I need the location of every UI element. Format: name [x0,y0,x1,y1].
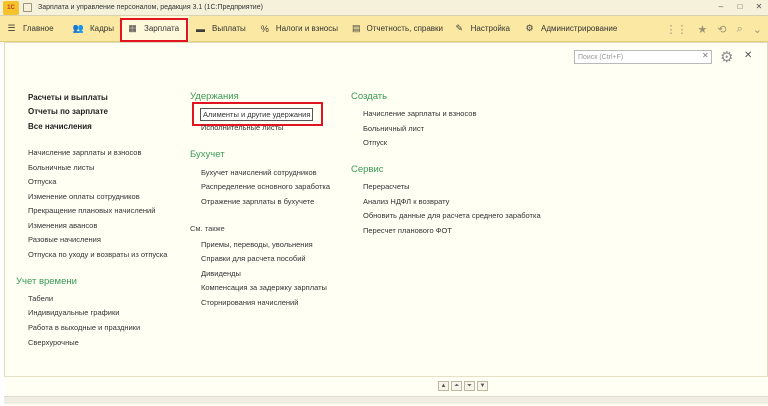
app-logo: 1С [3,0,19,15]
link-delay-compensation[interactable]: Компенсация за задержку зарплаты [201,283,327,292]
link-reversals[interactable]: Сторнирования начислений [201,298,298,307]
link-payroll-accrual[interactable]: Начисление зарплаты и взносов [28,148,141,157]
horizontal-scrollbar[interactable] [4,396,768,404]
percent-icon: % [260,23,269,34]
maximize-icon[interactable]: □ [735,2,745,11]
section-label: Отчетность, справки [366,24,444,33]
section-taxes[interactable]: % Налоги и взносы [254,16,346,42]
sections-panel: ☰ Главное 👥 Кадры ▦ Зарплата ▬ Выплаты %… [0,15,768,42]
close-window-icon[interactable]: ✕ [754,2,764,11]
link-care-leaves[interactable]: Отпуска по уходу и возвраты из отпуска [28,250,167,259]
menu-icon: ☰ [7,23,16,33]
section-label: Настройка [470,24,510,33]
section-administration[interactable]: ⚙ Администрирование [518,16,628,42]
link-dividends[interactable]: Дивиденды [201,269,241,278]
favorites-star-icon[interactable]: ★ [698,23,708,36]
close-panel-icon[interactable]: ✕ [744,50,752,61]
section-main[interactable]: ☰ Главное [0,16,67,42]
link-individual-schedules[interactable]: Индивидуальные графики [28,308,119,317]
wrench-icon: ✎ [455,23,464,33]
panel-settings-icon[interactable]: ⚙ [720,48,733,66]
link-timesheets[interactable]: Табели [28,294,53,303]
link-calc-and-payments[interactable]: Расчеты и выплаты [28,93,108,102]
heading-accounting: Бухучет [190,149,225,160]
search-input[interactable]: Поиск (Ctrl+F) [574,50,712,64]
window-title: Зарплата и управление персоналом, редакц… [38,4,263,11]
title-bar: 1С Зарплата и управление персоналом, ред… [0,0,768,16]
link-accrual-accounting[interactable]: Бухучет начислений сотрудников [201,168,317,177]
search-clear-icon[interactable]: ✕ [702,51,709,60]
link-sick-leaves[interactable]: Больничные листы [28,163,94,172]
history-icon[interactable]: ⟲ [717,23,726,36]
link-vacations[interactable]: Отпуска [28,177,56,186]
section-salary[interactable]: ▦ Зарплата [121,15,189,42]
section-hr[interactable]: 👥 Кадры [67,16,121,42]
wallet-icon: ▬ [196,23,205,34]
link-one-time-accruals[interactable]: Разовые начисления [28,235,101,244]
more-chevron-icon[interactable]: ⌄ [753,23,762,36]
link-overtime[interactable]: Сверхурочные [28,338,79,347]
section-label: Выплаты [212,24,246,33]
link-earnings-distribution[interactable]: Распределение основного заработка [201,182,330,191]
calculator-icon: ▦ [128,23,137,33]
link-create-payroll[interactable]: Начисление зарплаты и взносов [363,109,476,118]
minimize-icon[interactable]: – [716,2,726,11]
link-update-average-earnings[interactable]: Обновить данные для расчета среднего зар… [363,211,541,220]
section-settings[interactable]: ✎ Настройка [448,16,518,42]
search-icon[interactable]: ⌕ [737,23,743,36]
link-recalc-planned-payroll[interactable]: Пересчет планового ФОТ [363,226,452,235]
section-payments[interactable]: ▬ Выплаты [189,16,254,42]
gear-icon: ⚙ [525,23,534,33]
heading-deductions: Удержания [190,91,239,102]
section-label: Налоги и взносы [275,24,338,33]
heading-service: Сервис [351,164,384,175]
link-alimony-deductions[interactable]: Алименты и другие удержания [200,108,314,121]
section-reports[interactable]: ▤ Отчетность, справки [346,16,448,42]
link-ndfl-refund-analysis[interactable]: Анализ НДФЛ к возврату [363,197,449,206]
link-create-vacation[interactable]: Отпуск [363,138,387,147]
section-label: Администрирование [541,24,618,33]
scroll-last-icon[interactable]: ⏷ [464,381,475,391]
apps-grid-icon[interactable]: ⋮⋮ [666,23,688,36]
menu-toggle-icon[interactable] [23,3,32,12]
section-label: Зарплата [144,24,180,33]
link-salary-reflection[interactable]: Отражение зарплаты в бухучете [201,197,314,206]
heading-time-tracking: Учет времени [16,276,77,287]
link-holiday-work[interactable]: Работа в выходные и праздники [28,323,140,332]
scroll-down-icon[interactable]: ▼ [477,381,488,391]
link-all-accruals[interactable]: Все начисления [28,122,92,131]
link-advance-changes[interactable]: Изменения авансов [28,221,97,230]
section-label: Кадры [90,24,114,33]
scroll-first-icon[interactable]: ⏶ [451,381,462,391]
section-label: Главное [23,24,54,33]
heading-see-also: См. также [190,224,225,233]
scroll-up-icon[interactable]: ▲ [438,381,449,391]
link-salary-reports[interactable]: Отчеты по зарплате [28,107,108,116]
link-pay-changes[interactable]: Изменение оплаты сотрудников [28,192,140,201]
link-writs-of-execution[interactable]: Исполнительные листы [201,123,283,132]
reports-icon: ▤ [352,23,361,33]
link-hires-transfers[interactable]: Приемы, переводы, увольнения [201,240,313,249]
link-benefit-certificates[interactable]: Справки для расчета пособий [201,254,306,263]
link-stop-planned-accruals[interactable]: Прекращение плановых начислений [28,206,155,215]
link-create-sick-leave[interactable]: Больничный лист [363,124,424,133]
people-icon: 👥 [72,23,85,33]
heading-create: Создать [351,91,388,102]
link-recalculations[interactable]: Перерасчеты [363,182,410,191]
